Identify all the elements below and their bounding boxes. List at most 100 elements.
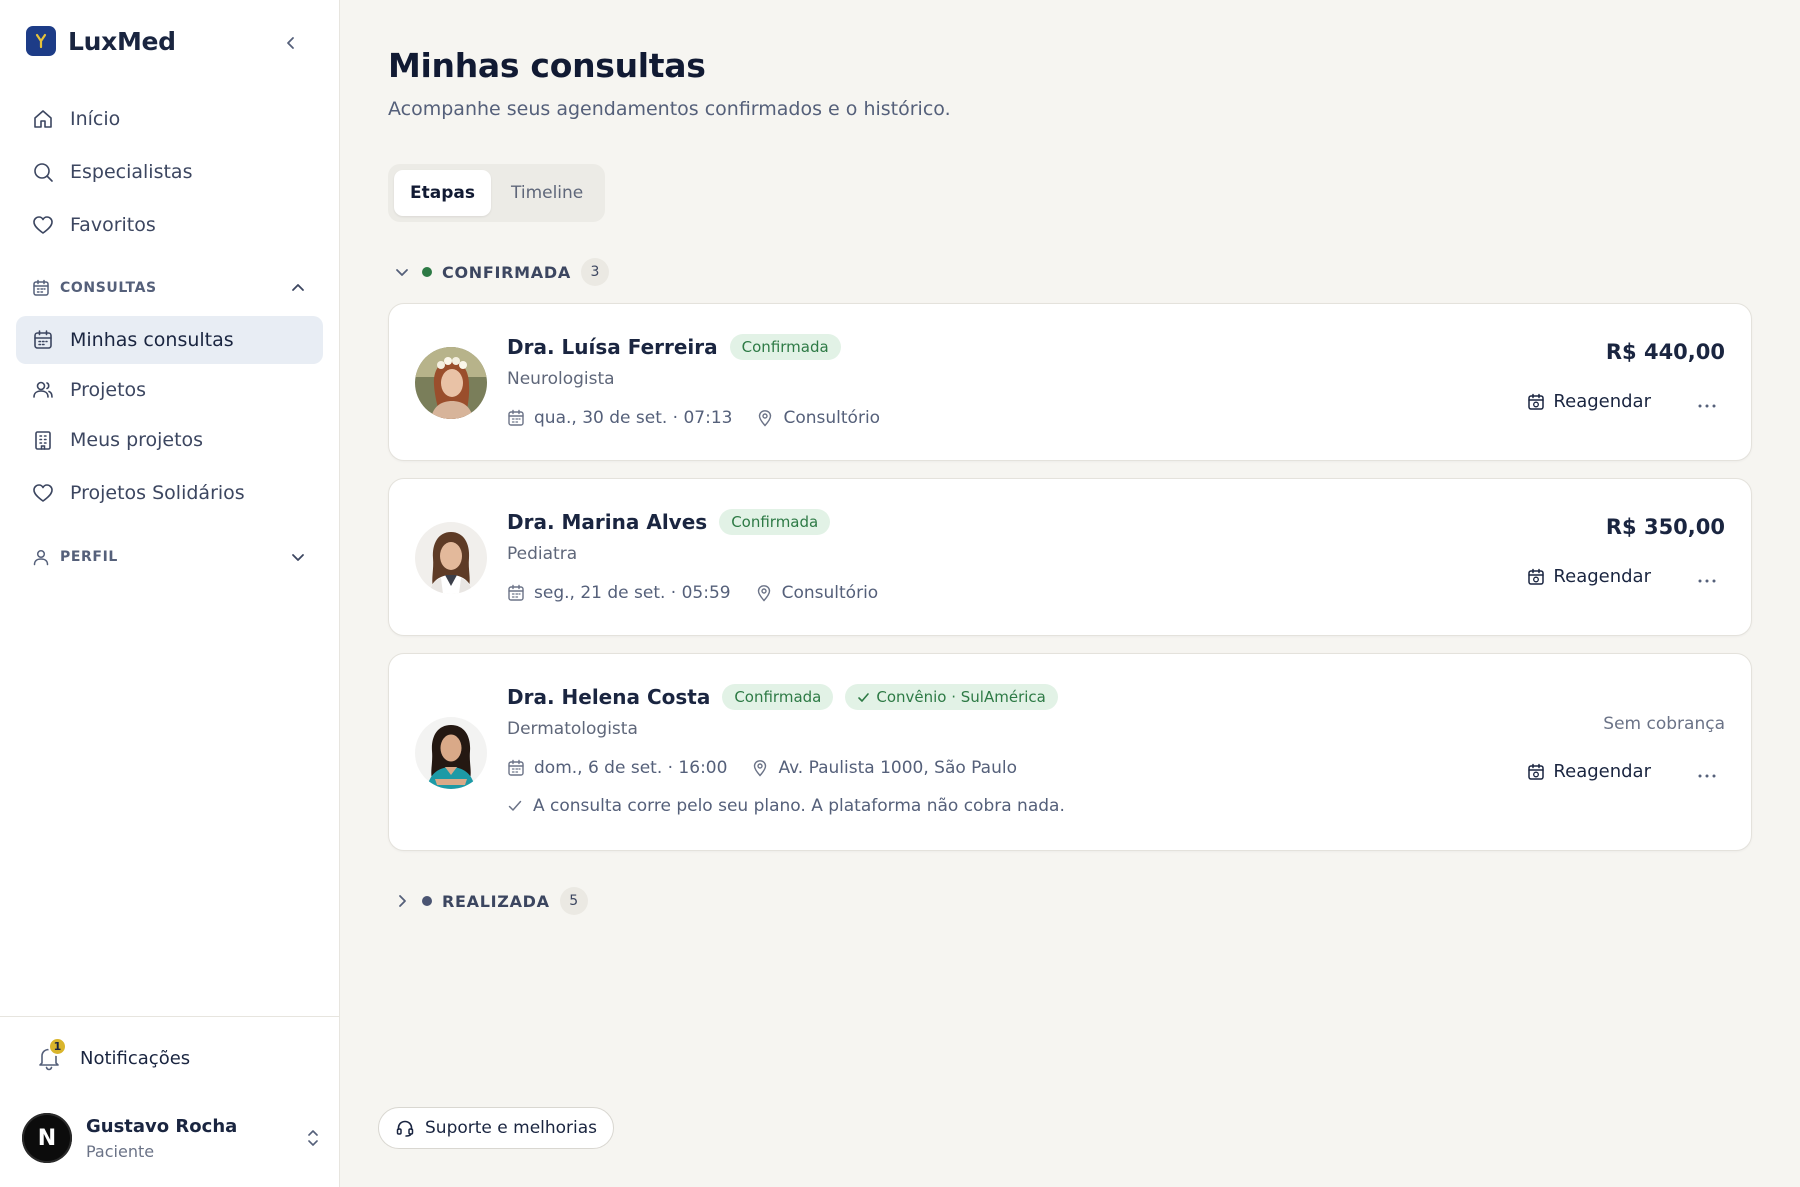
check-icon [508,800,522,811]
nav-inicio[interactable]: Início [16,95,323,143]
chevron-right-icon [399,895,406,907]
status-badge: Confirmada [722,684,834,710]
appointment-location: Consultório [756,408,880,428]
more-options-button[interactable] [1691,567,1723,595]
nav-especialistas-label: Especialistas [70,161,193,183]
insurance-note-text: A consulta corre pelo seu plano. A plata… [533,796,1065,816]
notifications-label: Notificações [80,1047,191,1069]
appointment-price: Sem cobrança [1603,714,1725,734]
doctor-specialty: Pediatra [507,544,578,564]
doctor-avatar [415,522,487,594]
notifications-button[interactable]: 1 Notificações [34,1037,191,1073]
nav-meus-projetos-label: Meus projetos [70,429,204,451]
appointment-datetime: seg., 21 de set. · 05:59 [507,583,731,603]
support-label: Suporte e melhorias [425,1118,598,1138]
doctor-name-row: Dra. Marina Alves Confirmada [507,509,831,535]
section-perfil-toggle[interactable]: PERFIL [16,539,323,575]
appointment-card[interactable]: Dra. Marina Alves Confirmada Pediatra se… [388,478,1752,636]
appointment-meta: dom., 6 de set. · 16:00 Av. Paulista 100… [507,758,1017,778]
users-icon [33,381,53,398]
more-horizontal-icon [1698,774,1716,778]
chevron-up-down-icon [308,1130,318,1146]
nav-projetos[interactable]: Projetos [16,366,323,414]
brand-name: LuxMed [68,26,176,56]
chevron-up-icon [292,284,304,291]
nav-projetos-solidarios[interactable]: Projetos Solidários [16,469,323,517]
headset-icon [396,1120,414,1137]
building-icon [35,431,51,450]
doctor-avatar [415,347,487,419]
more-options-button[interactable] [1691,392,1723,420]
user-icon [33,549,49,566]
nav-projetos-label: Projetos [70,379,147,401]
doctor-name-row: Dra. Helena Costa Confirmada Convênio · … [507,684,1058,710]
calendar-icon [508,409,524,426]
nav-especialistas[interactable]: Especialistas [16,148,323,196]
more-options-button[interactable] [1691,762,1723,790]
group-title: REALIZADA [442,891,550,911]
calendar-clock-icon [1528,763,1545,780]
status-dot-green [422,267,432,277]
appointment-card[interactable]: Dra. Luísa Ferreira Confirmada Neurologi… [388,303,1752,461]
appointment-datetime: qua., 30 de set. · 07:13 [507,408,732,428]
page-subtitle: Acompanhe seus agendamentos confirmados … [388,98,951,120]
appointment-meta: qua., 30 de set. · 07:13 Consultório [507,408,880,428]
status-badge: Confirmada [729,334,841,360]
reschedule-button[interactable]: Reagendar [1527,566,1651,587]
reschedule-label: Reagendar [1553,391,1651,412]
location-text: Consultório [781,583,879,603]
group-count: 5 [559,887,588,915]
nav-minhas-consultas[interactable]: Minhas consultas [16,316,323,364]
heart-icon [33,216,53,234]
doctor-specialty: Dermatologista [507,719,638,739]
user-menu[interactable]: N Gustavo Rocha Paciente [22,1113,322,1163]
calendar-icon [508,584,524,601]
calendar-icon [33,279,49,296]
heart-icon [33,484,53,502]
collapse-sidebar-button[interactable] [278,30,304,56]
page-title: Minhas consultas [388,46,706,85]
group-title: CONFIRMADA [442,262,571,282]
calendar-clock-icon [1528,568,1545,585]
map-pin-icon [757,585,770,602]
calendar-icon [508,759,524,776]
nav-meus-projetos[interactable]: Meus projetos [16,416,323,464]
notification-count-badge: 1 [48,1037,67,1056]
tab-etapas[interactable]: Etapas [394,170,491,216]
group-count: 3 [580,258,609,286]
section-consultas-toggle[interactable]: CONSULTAS [16,270,323,306]
nav-minhas-consultas-label: Minhas consultas [70,329,234,351]
tab-timeline[interactable]: Timeline [495,170,599,216]
status-badge: Confirmada [719,509,831,535]
chevron-down-icon [292,554,304,561]
map-pin-icon [759,410,772,427]
doctor-avatar [415,717,487,789]
group-confirmada-toggle[interactable]: CONFIRMADA 3 [392,258,609,286]
doctor-name: Dra. Helena Costa [507,685,711,709]
support-button[interactable]: Suporte e melhorias [378,1107,615,1149]
brand-logo-icon [26,26,56,56]
nav-favoritos[interactable]: Favoritos [16,201,323,249]
section-consultas-label: CONSULTAS [60,280,157,296]
nav-favoritos-label: Favoritos [70,214,156,236]
group-realizada-toggle[interactable]: REALIZADA 5 [392,887,588,915]
datetime-text: qua., 30 de set. · 07:13 [534,408,733,428]
search-icon [34,163,53,182]
datetime-text: seg., 21 de set. · 05:59 [534,583,731,603]
sidebar-footer: 1 Notificações N Gustavo Rocha Paciente [0,1016,340,1187]
section-perfil-label: PERFIL [60,549,118,565]
more-horizontal-icon [1698,404,1716,408]
sidebar: LuxMed Início Especialistas Favoritos CO… [0,0,340,1187]
more-horizontal-icon [1698,579,1716,583]
appointment-card[interactable]: Dra. Helena Costa Confirmada Convênio · … [388,653,1752,851]
reschedule-button[interactable]: Reagendar [1527,391,1651,412]
location-text: Av. Paulista 1000, São Paulo [778,758,1017,778]
reschedule-label: Reagendar [1553,761,1651,782]
avatar: N [22,1113,72,1163]
brand[interactable]: LuxMed [26,26,176,56]
calendar-icon [34,330,52,349]
appointment-price: R$ 440,00 [1605,340,1725,364]
appointment-location: Consultório [755,583,879,603]
reschedule-button[interactable]: Reagendar [1527,761,1651,782]
nav-projetos-solidarios-label: Projetos Solidários [70,482,245,504]
